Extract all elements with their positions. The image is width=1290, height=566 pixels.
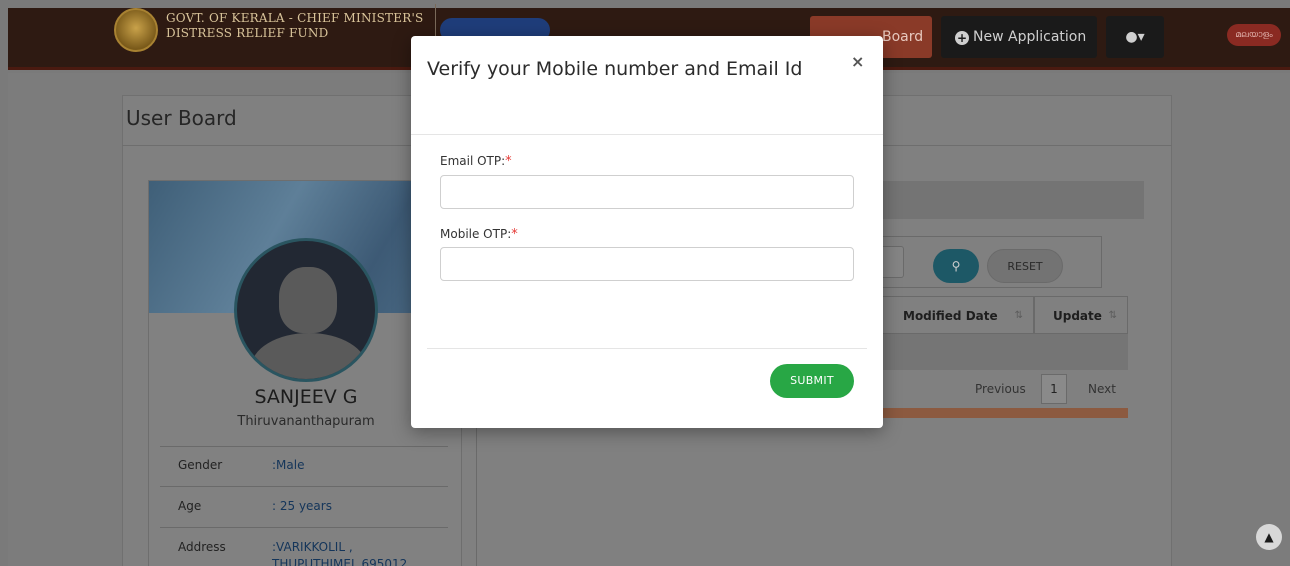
- sort-icon: ⇅: [1014, 310, 1023, 321]
- user-circle-icon: ●: [1125, 29, 1138, 45]
- email-otp-field[interactable]: [440, 175, 854, 209]
- avatar-head-shape: [279, 267, 337, 333]
- modal-title: Verify your Mobile number and Email Id: [427, 58, 803, 80]
- mobile-otp-field[interactable]: [440, 247, 854, 281]
- address-value-line1: :VARIKKOLIL ,: [272, 540, 353, 554]
- submit-button[interactable]: SUBMIT: [770, 364, 854, 398]
- profile-row-divider: [160, 527, 448, 528]
- pagination-previous[interactable]: Previous: [975, 382, 1026, 396]
- chevron-down-icon: ▾: [1137, 29, 1145, 45]
- avatar: [234, 238, 378, 382]
- nav-board-label: Board: [882, 29, 924, 45]
- age-value: : 25 years: [272, 499, 332, 513]
- user-menu-button[interactable]: ●▾: [1106, 16, 1164, 58]
- email-otp-label-text: Email OTP:: [440, 154, 506, 168]
- gender-label: Gender: [178, 458, 223, 472]
- avatar-body-shape: [251, 333, 367, 379]
- table-scrollbar[interactable]: [882, 408, 1128, 418]
- sort-icon: ⇅: [1108, 310, 1117, 321]
- email-otp-label: Email OTP:*: [440, 154, 512, 169]
- brand-line-2: DISTRESS RELIEF FUND: [166, 26, 329, 40]
- pagination-page-1[interactable]: 1: [1041, 374, 1067, 404]
- address-label: Address: [178, 540, 226, 554]
- brand-line-1: GOVT. OF KERALA - CHIEF MINISTER'S: [166, 11, 424, 25]
- age-label: Age: [178, 499, 202, 513]
- pagination-next[interactable]: Next: [1088, 382, 1116, 396]
- required-marker: *: [505, 154, 512, 169]
- close-icon[interactable]: ×: [851, 52, 864, 71]
- kerala-emblem-logo: [114, 8, 158, 52]
- reset-button[interactable]: RESET: [987, 249, 1063, 283]
- scroll-to-top-button[interactable]: ▲: [1256, 524, 1282, 550]
- chevron-up-icon: ▲: [1264, 530, 1274, 544]
- language-toggle-button[interactable]: മലയാളം: [1227, 24, 1281, 46]
- gender-value: :Male: [272, 458, 305, 472]
- panel-header-strip: [882, 181, 1144, 219]
- column-header-label: Modified Date: [903, 309, 998, 323]
- search-input[interactable]: [882, 246, 904, 278]
- column-header-label: Update: [1053, 309, 1102, 323]
- nav-new-application-button[interactable]: + New Application: [941, 16, 1097, 58]
- nav-new-application-label: New Application: [973, 29, 1087, 45]
- modal-footer-divider: [427, 348, 867, 349]
- verify-otp-modal: Verify your Mobile number and Email Id ×…: [411, 36, 883, 428]
- brand-title[interactable]: GOVT. OF KERALA - CHIEF MINISTER'S DISTR…: [166, 11, 423, 41]
- profile-row-divider: [160, 486, 448, 487]
- plus-circle-icon: +: [955, 31, 969, 45]
- mobile-otp-label: Mobile OTP:*: [440, 227, 518, 242]
- profile-row-divider: [160, 446, 448, 447]
- page-title: User Board: [126, 106, 237, 130]
- search-icon: ⚲: [951, 259, 961, 273]
- mobile-otp-label-text: Mobile OTP:: [440, 227, 512, 241]
- search-button[interactable]: ⚲: [933, 249, 979, 283]
- address-value-line2: THUPUTHIMEL 695012: [272, 557, 408, 566]
- table-row: [882, 334, 1128, 370]
- column-header-update[interactable]: Update ⇅: [1034, 296, 1128, 334]
- required-marker: *: [511, 227, 518, 242]
- column-header-modified-date[interactable]: Modified Date ⇅: [882, 296, 1034, 334]
- modal-header-divider: [411, 134, 883, 135]
